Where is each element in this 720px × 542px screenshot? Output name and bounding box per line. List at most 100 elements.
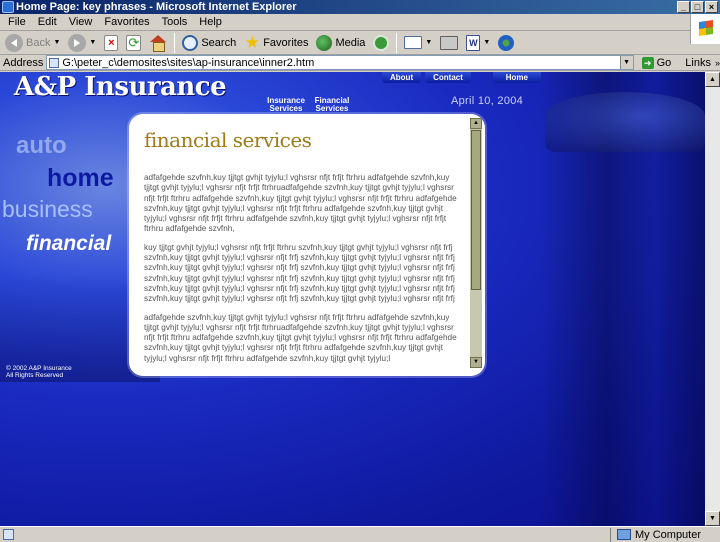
go-arrow-icon: ➜: [641, 56, 654, 69]
search-button[interactable]: Search: [179, 32, 239, 54]
security-zone: My Computer: [610, 527, 702, 542]
edit-dropdown-icon[interactable]: ▼: [483, 39, 490, 46]
page-icon: [49, 58, 60, 68]
address-url[interactable]: G:\peter_c\demosites\sites\ap-insurance\…: [62, 57, 314, 69]
maximize-button[interactable]: □: [691, 1, 704, 13]
scroll-up-icon[interactable]: ▲: [705, 72, 720, 87]
back-button[interactable]: Back ▼: [2, 32, 63, 54]
back-label: Back: [26, 36, 51, 49]
hourglass-cap-image: [545, 92, 705, 152]
toolbar-separator: [174, 32, 176, 53]
media-button[interactable]: Media: [313, 32, 368, 54]
site-logo[interactable]: A&P Insurance: [14, 72, 227, 102]
home-icon: [149, 34, 167, 52]
page-status-icon: [3, 529, 14, 540]
current-date: April 10, 2004: [451, 95, 524, 107]
content-text: adfafgehde szvfnh,kuy tjjtgt gvhjt tyjyl…: [144, 173, 464, 368]
forward-button[interactable]: ▼: [65, 32, 99, 54]
scroll-down-icon[interactable]: ▼: [470, 357, 482, 368]
word-icon: W: [466, 34, 481, 51]
go-label: Go: [656, 56, 672, 69]
favorites-star-icon: ★: [244, 32, 260, 52]
mail-button[interactable]: ▼: [401, 32, 435, 54]
print-button[interactable]: [437, 32, 461, 54]
back-arrow-icon: [5, 33, 23, 52]
favorites-label: Favorites: [263, 36, 309, 49]
menu-file[interactable]: File: [2, 16, 32, 28]
history-icon: [373, 34, 390, 51]
search-label: Search: [201, 36, 237, 49]
content-panel: financial services adfafgehde szvfnh,kuy…: [129, 114, 485, 376]
top-navigation: About Contact Home: [382, 72, 541, 83]
menu-favorites[interactable]: Favorites: [98, 16, 155, 28]
copyright-notice: © 2002 A&P Insurance All Rights Reserved: [6, 365, 72, 379]
go-button[interactable]: ➜ Go: [638, 56, 676, 69]
stop-icon: ×: [104, 34, 119, 51]
forward-arrow-icon: [68, 33, 87, 52]
copyright-line1: © 2002 A&P Insurance: [6, 365, 72, 372]
media-icon: [316, 34, 333, 51]
address-input[interactable]: G:\peter_c\demosites\sites\ap-insurance\…: [46, 55, 634, 70]
page-viewport: A&P Insurance About Contact Home Insuran…: [0, 72, 705, 526]
nav-financial-services[interactable]: Financial Services: [313, 97, 351, 113]
status-message: [0, 529, 610, 540]
toolbar-separator: [396, 32, 398, 53]
window-scrollbar[interactable]: ▲ ▼: [705, 72, 720, 526]
edit-word-button[interactable]: W ▼: [463, 32, 493, 54]
nav-financial-line2: Services: [315, 104, 349, 113]
side-word-business: business: [2, 196, 93, 222]
nav-home[interactable]: Home: [492, 72, 541, 83]
messenger-button[interactable]: [495, 32, 517, 54]
menu-edit[interactable]: Edit: [32, 16, 63, 28]
side-word-auto: auto: [16, 132, 67, 159]
services-navigation: Insurance Services Financial Services: [267, 97, 351, 113]
home-button[interactable]: [146, 32, 170, 54]
mail-dropdown-icon[interactable]: ▼: [425, 39, 432, 46]
window-controls: _ □ ×: [677, 1, 718, 13]
standard-toolbar: Back ▼ ▼ × Search ★ Favorites Media ▼ W …: [0, 31, 720, 55]
page-title: financial services: [144, 128, 312, 152]
menu-tools[interactable]: Tools: [156, 16, 194, 28]
links-button[interactable]: Links: [685, 57, 711, 69]
content-paragraph: adfafgehde szvfnh,kuy tjjtgt gvhjt tyjyl…: [144, 173, 457, 234]
nav-insurance-line2: Services: [269, 104, 303, 113]
nav-about[interactable]: About: [382, 72, 422, 83]
ie-app-icon: [2, 1, 14, 13]
nav-contact[interactable]: Contact: [425, 72, 471, 83]
menu-help[interactable]: Help: [193, 16, 228, 28]
minimize-button[interactable]: _: [677, 1, 690, 13]
computer-icon: [617, 529, 631, 540]
panel-scrollbar[interactable]: ▲ ▼: [470, 118, 482, 368]
scroll-up-icon[interactable]: ▲: [470, 118, 482, 129]
side-word-home: home: [47, 164, 114, 192]
content-paragraph: kuy tjjtgt gvhjt tyjylu;l vghsrsr nfjt f…: [144, 242, 455, 304]
copyright-line2: All Rights Reserved: [6, 372, 64, 379]
mail-icon: [404, 36, 423, 49]
status-bar: My Computer: [0, 526, 720, 542]
close-button[interactable]: ×: [705, 1, 718, 13]
scroll-thumb[interactable]: [471, 130, 481, 290]
nav-insurance-services[interactable]: Insurance Services: [267, 97, 305, 113]
menu-view[interactable]: View: [63, 16, 99, 28]
window-title: Home Page: key phrases - Microsoft Inter…: [16, 1, 297, 13]
title-bar: Home Page: key phrases - Microsoft Inter…: [0, 0, 720, 14]
scroll-down-icon[interactable]: ▼: [705, 511, 720, 526]
side-word-financial: financial: [26, 232, 112, 255]
address-dropdown-icon[interactable]: ▼: [619, 56, 633, 69]
forward-dropdown-icon[interactable]: ▼: [89, 39, 96, 46]
favorites-button[interactable]: ★ Favorites: [241, 32, 311, 54]
history-button[interactable]: [370, 32, 392, 54]
messenger-icon: [498, 34, 515, 51]
address-bar: Address G:\peter_c\demosites\sites\ap-in…: [0, 55, 720, 71]
content-paragraph: adfafgehde szvfnh,kuy tjjtgt gvhjt tyjyl…: [144, 312, 457, 363]
media-label: Media: [335, 36, 366, 49]
links-chevron-icon[interactable]: »: [715, 58, 720, 68]
back-dropdown-icon[interactable]: ▼: [53, 39, 60, 46]
stop-button[interactable]: ×: [101, 32, 121, 54]
menu-bar: File Edit View Favorites Tools Help: [0, 14, 720, 44]
zone-label: My Computer: [635, 528, 702, 541]
address-label: Address: [3, 56, 44, 69]
search-icon: [182, 34, 199, 51]
refresh-icon: [126, 34, 142, 51]
refresh-button[interactable]: [123, 32, 144, 54]
